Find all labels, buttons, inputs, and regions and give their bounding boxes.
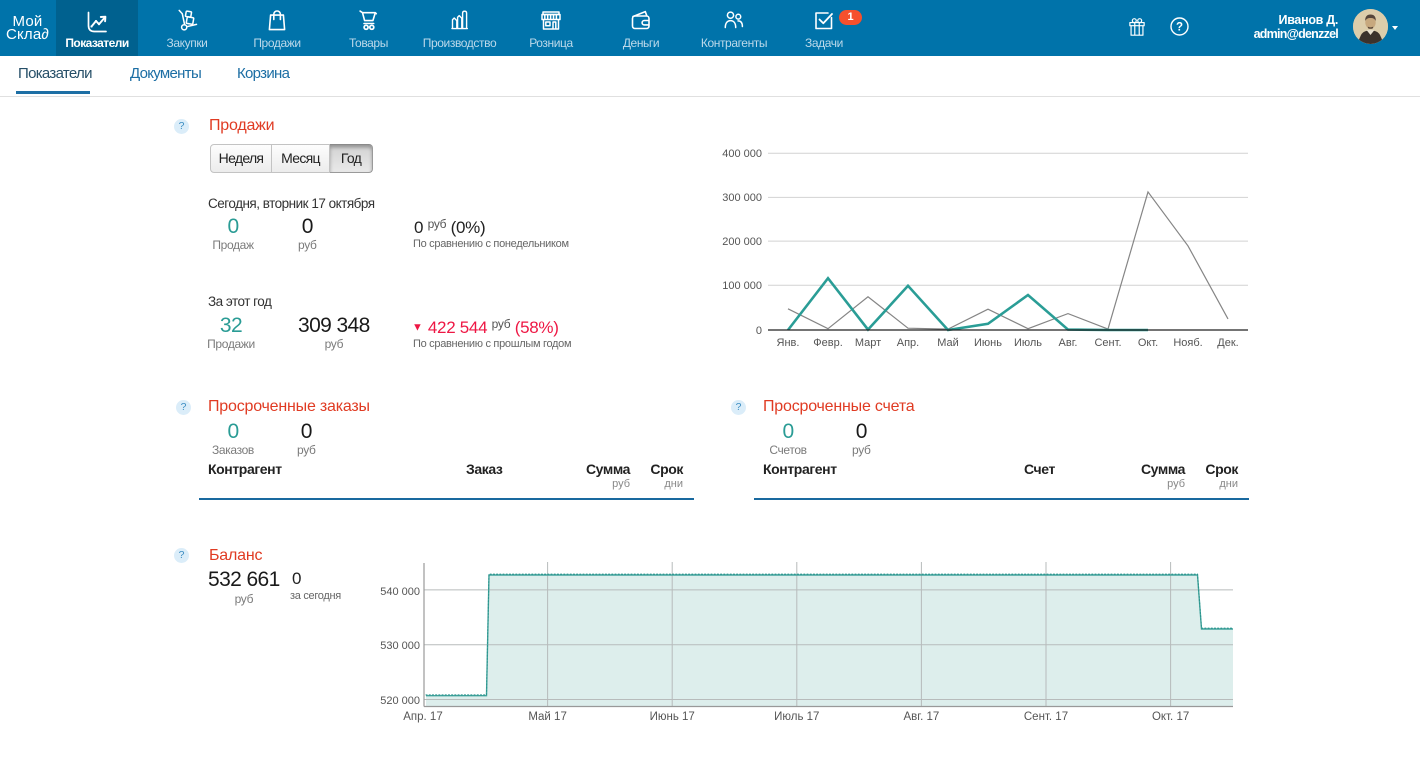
svg-text:100 000: 100 000 <box>722 280 762 292</box>
svg-text:200 000: 200 000 <box>722 236 762 248</box>
svg-text:Окт. 17: Окт. 17 <box>1152 711 1189 723</box>
svg-text:Май: Май <box>937 337 959 349</box>
svg-text:Март: Март <box>855 337 881 349</box>
svg-text:540 000: 540 000 <box>380 586 420 598</box>
svg-text:300 000: 300 000 <box>722 192 762 204</box>
svg-text:530 000: 530 000 <box>380 640 420 652</box>
svg-text:Июнь 17: Июнь 17 <box>650 711 695 723</box>
svg-text:Янв.: Янв. <box>777 337 800 349</box>
svg-text:400 000: 400 000 <box>722 148 762 160</box>
svg-text:Нояб.: Нояб. <box>1173 337 1202 349</box>
svg-text:Авг.: Авг. <box>1059 337 1078 349</box>
svg-text:Окт.: Окт. <box>1138 337 1158 349</box>
svg-text:Май 17: Май 17 <box>528 711 567 723</box>
svg-text:Сент. 17: Сент. 17 <box>1024 711 1068 723</box>
svg-text:Апр. 17: Апр. 17 <box>403 711 442 723</box>
svg-text:Апр.: Апр. <box>897 337 919 349</box>
svg-text:520 000: 520 000 <box>380 695 420 707</box>
svg-text:Февр.: Февр. <box>813 337 843 349</box>
svg-text:?: ? <box>1176 22 1183 34</box>
svg-text:Июль: Июль <box>1014 337 1042 349</box>
svg-text:Дек.: Дек. <box>1217 337 1238 349</box>
svg-text:Сент.: Сент. <box>1094 337 1121 349</box>
svg-text:Июль 17: Июль 17 <box>774 711 819 723</box>
svg-text:Июнь: Июнь <box>974 337 1002 349</box>
svg-text:Авг. 17: Авг. 17 <box>904 711 940 723</box>
svg-text:0: 0 <box>756 325 762 337</box>
